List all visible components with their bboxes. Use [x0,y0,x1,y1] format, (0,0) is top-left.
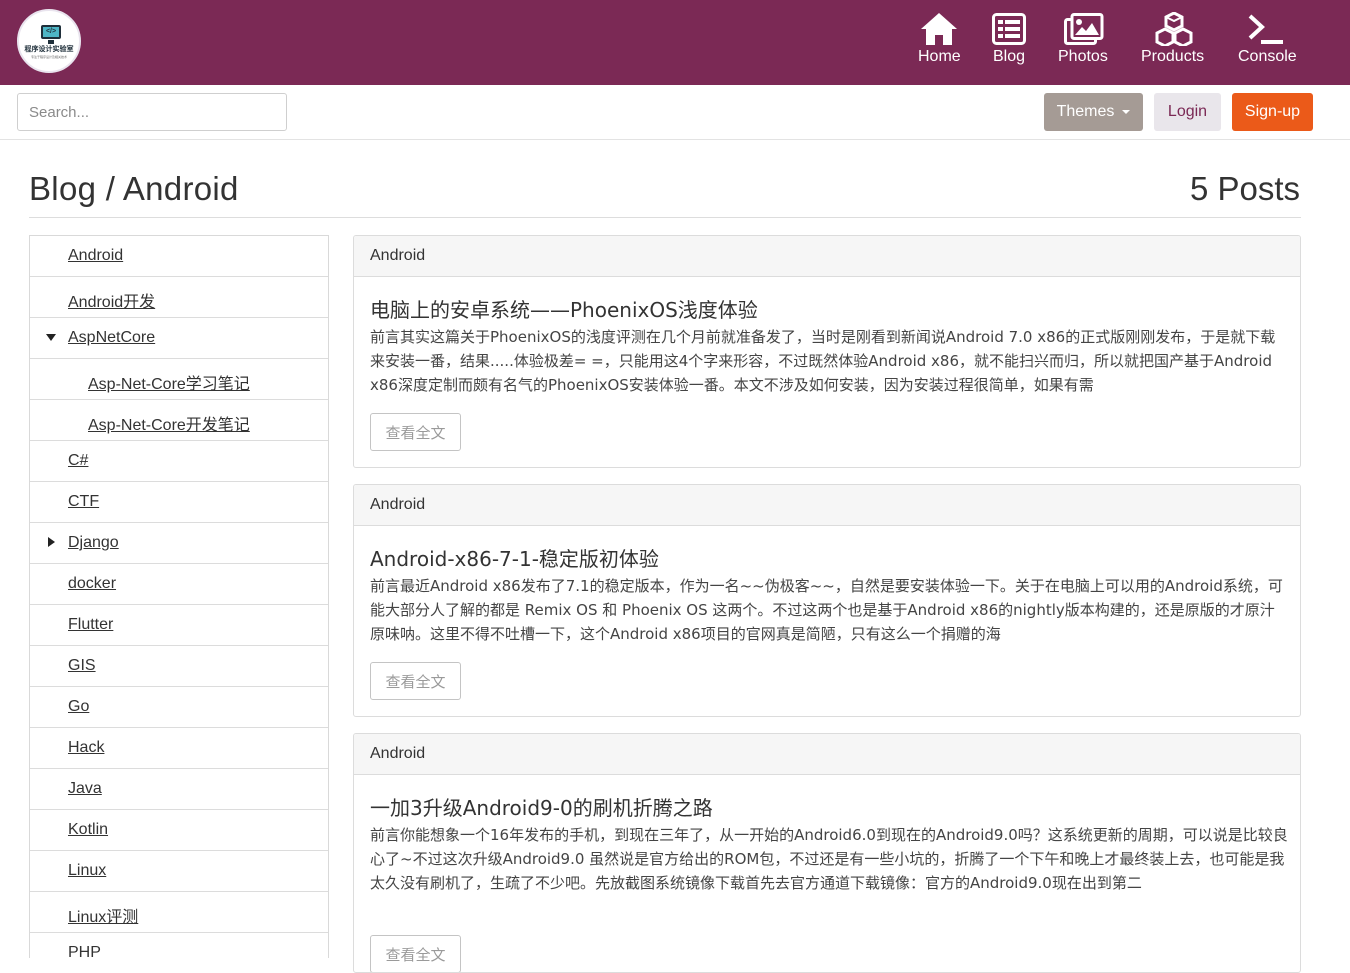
nav-products[interactable]: Products [1141,0,1207,85]
sidebar-link[interactable]: GIS [68,657,96,675]
sidebar-item-aspnetcore-dev: Asp-Net-Core开发笔记 [30,400,328,441]
cubes-icon [1155,12,1193,46]
post-title[interactable]: 电脑上的安卓系统——PhoenixOS浅度体验 [370,294,758,323]
post-card: Android Android-x86-7-1-稳定版初体验 前言最近Andro… [353,484,1301,717]
logo-subtitle: 专注于程序设计及相关技术 [30,55,67,59]
sidebar-link[interactable]: Django [68,534,119,552]
nav-console[interactable]: Console [1238,0,1297,85]
sidebar-link[interactable]: docker [68,575,116,593]
sidebar-link[interactable]: Kotlin [68,821,108,839]
nav-console-label: Console [1238,48,1297,65]
read-more-button[interactable]: 查看全文 [370,935,461,972]
sidebar-item-go: Go [30,687,328,728]
code-icon: </> [45,28,57,35]
sidebar-link[interactable]: Android开发 [68,288,155,312]
post-card: Android 一加3升级Android9-0的刷机折腾之路 前言你能想象一个1… [353,733,1301,973]
list-icon [992,13,1026,45]
signup-button[interactable]: Sign-up [1232,93,1313,131]
caret-down-icon [1122,109,1131,114]
sidebar-item-django: Django [30,523,328,564]
monitor-icon: </> [41,25,61,44]
home-icon [921,13,957,45]
read-more-button[interactable]: 查看全文 [370,413,461,451]
sidebar-link[interactable]: Asp-Net-Core学习笔记 [88,370,250,394]
nav-home-label: Home [918,48,961,65]
caret-down-icon[interactable] [46,334,56,341]
post-excerpt: 前言其实这篇关于PhoenixOS的浅度评测在几个月前就准备发了，当时是刚看到新… [370,328,1276,394]
themes-label: Themes [1056,103,1115,120]
post-title[interactable]: 一加3升级Android9-0的刷机折腾之路 [370,792,713,821]
logo-title: 程序设计实验室 [24,45,74,53]
themes-dropdown-button[interactable]: Themes [1044,93,1143,131]
post-excerpt: 前言最近Android x86发布了7.1的稳定版本，作为一名~~伪极客~~，自… [370,577,1283,643]
nav-blog-label: Blog [993,48,1026,65]
sidebar-link[interactable]: Android [68,247,123,265]
sidebar-item-linux: Linux [30,851,328,892]
heading-divider [29,217,1301,218]
post-title[interactable]: Android-x86-7-1-稳定版初体验 [370,543,659,572]
post-count: 5 Posts [1189,170,1300,207]
caret-right-icon[interactable] [48,537,55,547]
read-more-button[interactable]: 查看全文 [370,662,461,700]
post-category[interactable]: Android [354,734,1300,775]
post-card: Android 电脑上的安卓系统——PhoenixOS浅度体验 前言其实这篇关于… [353,235,1301,468]
sidebar-link[interactable]: Linux [68,862,106,880]
sidebar-link[interactable]: Flutter [68,616,113,634]
sidebar-item-aspnetcore: AspNetCore [30,318,328,359]
sidebar-link[interactable]: Hack [68,739,104,757]
sidebar-link[interactable]: Java [68,780,102,798]
nav-photos[interactable]: Photos [1058,0,1110,85]
photos-icon [1064,13,1104,45]
page-title: Blog / Android [29,170,239,207]
sidebar-item-linux-review: Linux评测 [30,892,328,933]
terminal-icon [1248,14,1283,44]
sidebar-item-android-dev: Android开发 [30,277,328,318]
sidebar-link[interactable]: CTF [68,493,99,511]
sidebar-link[interactable]: Go [68,698,89,716]
sidebar-item-docker: docker [30,564,328,605]
sidebar-item-java: Java [30,769,328,810]
sidebar-item-csharp: C# [30,441,328,482]
sidebar-item-aspnetcore-study: Asp-Net-Core学习笔记 [30,359,328,400]
post-excerpt: 前言你能想象一个16年发布的手机，到现在三年了，从一开始的Android6.0到… [370,826,1288,892]
sidebar-item-flutter: Flutter [30,605,328,646]
toolbar: Themes Login Sign-up [0,85,1350,140]
sidebar-item-hack: Hack [30,728,328,769]
sidebar-item-ctf: CTF [30,482,328,523]
sidebar-item-kotlin: Kotlin [30,810,328,851]
post-category[interactable]: Android [354,236,1300,277]
post-category[interactable]: Android [354,485,1300,526]
login-button[interactable]: Login [1154,93,1221,131]
sidebar-link[interactable]: AspNetCore [68,329,155,347]
sidebar-link[interactable]: Linux评测 [68,903,138,927]
sidebar-item-gis: GIS [30,646,328,687]
nav-products-label: Products [1141,48,1205,65]
nav-blog[interactable]: Blog [991,0,1027,85]
nav-photos-label: Photos [1058,48,1108,65]
search-input[interactable] [17,93,287,131]
sidebar-link[interactable]: C# [68,452,88,470]
sidebar-link[interactable]: PHP [68,944,101,958]
top-navbar: </> 程序设计实验室 专注于程序设计及相关技术 Home Blog Photo… [0,0,1350,85]
sidebar-item-android: Android [30,236,328,277]
nav-home[interactable]: Home [917,0,961,85]
sidebar-item-php: PHP [30,933,328,958]
site-logo[interactable]: </> 程序设计实验室 专注于程序设计及相关技术 [17,9,81,73]
category-sidebar: Android Android开发 AspNetCore Asp-Net-Cor… [29,235,329,958]
sidebar-link[interactable]: Asp-Net-Core开发笔记 [88,411,250,435]
